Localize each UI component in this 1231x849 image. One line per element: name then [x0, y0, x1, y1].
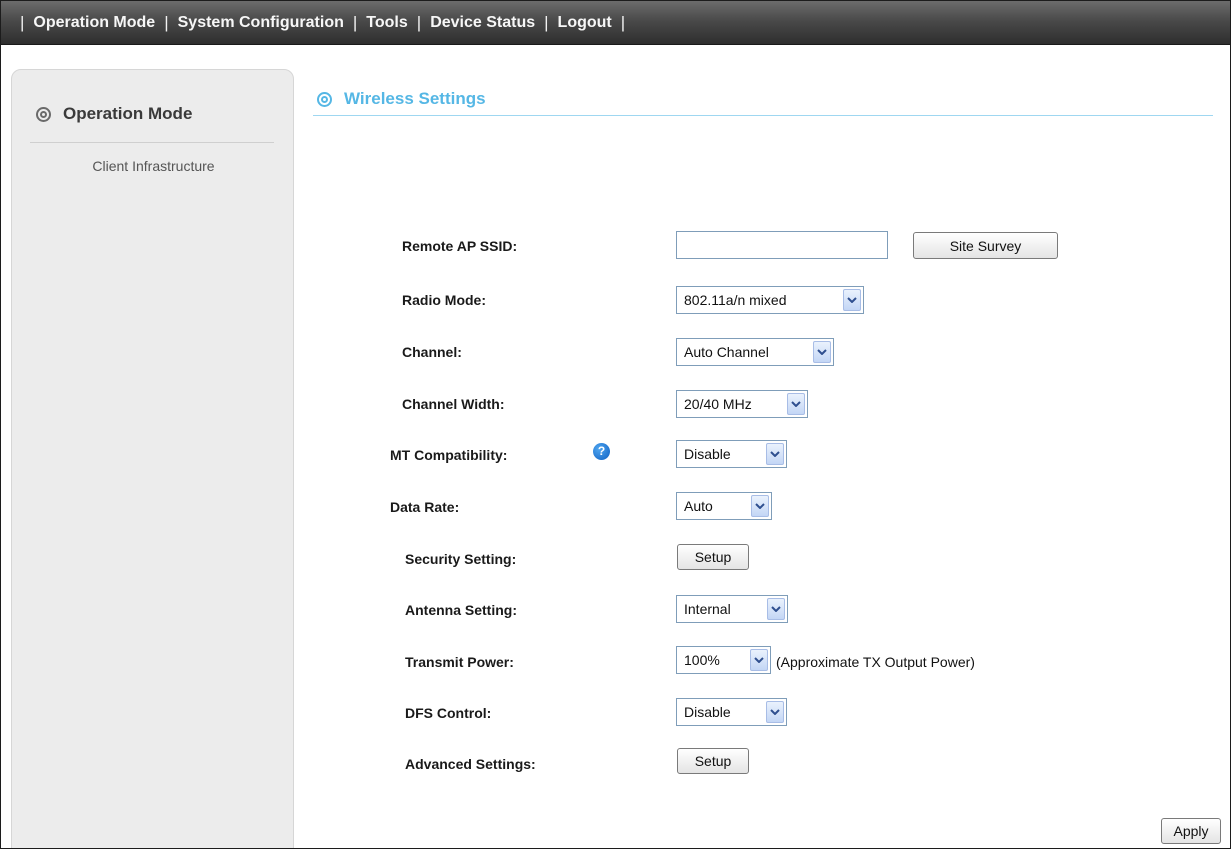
channel-label: Channel: — [402, 344, 462, 360]
mt-compatibility-select[interactable]: Disable — [676, 440, 787, 468]
channel-select[interactable]: Auto Channel — [676, 338, 834, 366]
target-icon — [317, 91, 332, 107]
ssid-label: Remote AP SSID: — [402, 238, 518, 254]
site-survey-button[interactable]: Site Survey — [913, 232, 1058, 259]
help-icon[interactable]: ? — [593, 443, 610, 460]
radio-mode-label: Radio Mode: — [402, 292, 486, 308]
chevron-down-icon — [766, 701, 784, 723]
top-nav: | Operation Mode | System Configuration … — [1, 1, 1230, 45]
transmit-power-note: (Approximate TX Output Power) — [776, 654, 975, 670]
nav-separator: | — [164, 12, 169, 32]
chevron-down-icon — [787, 393, 805, 415]
nav-separator: | — [416, 12, 422, 32]
sidebar-divider — [30, 142, 274, 143]
ssid-input[interactable] — [676, 231, 888, 259]
transmit-power-select[interactable]: 100% — [676, 646, 771, 674]
antenna-setting-label: Antenna Setting: — [405, 602, 517, 618]
section-title: Wireless Settings — [317, 87, 486, 111]
dfs-control-label: DFS Control: — [405, 705, 492, 721]
data-rate-value: Auto — [684, 498, 713, 514]
nav-separator: | — [620, 12, 626, 32]
advanced-settings-label: Advanced Settings: — [405, 756, 536, 772]
sidebar-item-client-infrastructure[interactable]: Client Infrastructure — [12, 158, 295, 174]
antenna-value: Internal — [684, 601, 731, 617]
nav-tools[interactable]: Tools — [366, 1, 407, 45]
dfs-control-value: Disable — [684, 704, 731, 720]
chevron-down-icon — [767, 598, 785, 620]
nav-operation-mode[interactable]: Operation Mode — [33, 1, 155, 45]
channel-width-value: 20/40 MHz — [684, 396, 752, 412]
chevron-down-icon — [843, 289, 861, 311]
target-icon — [36, 106, 51, 122]
mt-compatibility-label: MT Compatibility: — [390, 447, 508, 463]
section-divider — [313, 115, 1213, 116]
security-setting-label: Security Setting: — [405, 551, 517, 567]
chevron-down-icon — [750, 649, 768, 671]
section-title-text: Wireless Settings — [344, 89, 486, 108]
sidebar: Operation Mode Client Infrastructure — [11, 69, 295, 848]
dfs-control-select[interactable]: Disable — [676, 698, 787, 726]
chevron-down-icon — [751, 495, 769, 517]
channel-width-select[interactable]: 20/40 MHz — [676, 390, 808, 418]
chevron-down-icon — [766, 443, 784, 465]
nav-logout[interactable]: Logout — [558, 1, 612, 45]
nav-device-status[interactable]: Device Status — [430, 1, 535, 45]
security-setup-button[interactable]: Setup — [677, 544, 749, 570]
nav-separator: | — [352, 12, 358, 32]
radio-mode-value: 802.11a/n mixed — [684, 292, 787, 308]
data-rate-select[interactable]: Auto — [676, 492, 772, 520]
advanced-setup-button[interactable]: Setup — [677, 748, 749, 774]
transmit-power-value: 100% — [684, 652, 720, 668]
data-rate-label: Data Rate: — [390, 499, 460, 515]
nav-system-configuration[interactable]: System Configuration — [178, 1, 344, 45]
app-frame: | Operation Mode | System Configuration … — [0, 0, 1231, 849]
transmit-power-label: Transmit Power: — [405, 654, 514, 670]
chevron-down-icon — [813, 341, 831, 363]
channel-width-label: Channel Width: — [402, 396, 505, 412]
radio-mode-select[interactable]: 802.11a/n mixed — [676, 286, 864, 314]
nav-separator: | — [20, 12, 25, 32]
apply-button[interactable]: Apply — [1161, 818, 1221, 844]
sidebar-title-text: Operation Mode — [63, 104, 193, 123]
sidebar-title: Operation Mode — [36, 102, 192, 126]
mt-compatibility-value: Disable — [684, 446, 731, 462]
antenna-select[interactable]: Internal — [676, 595, 788, 623]
nav-separator: | — [544, 12, 549, 32]
channel-value: Auto Channel — [684, 344, 769, 360]
